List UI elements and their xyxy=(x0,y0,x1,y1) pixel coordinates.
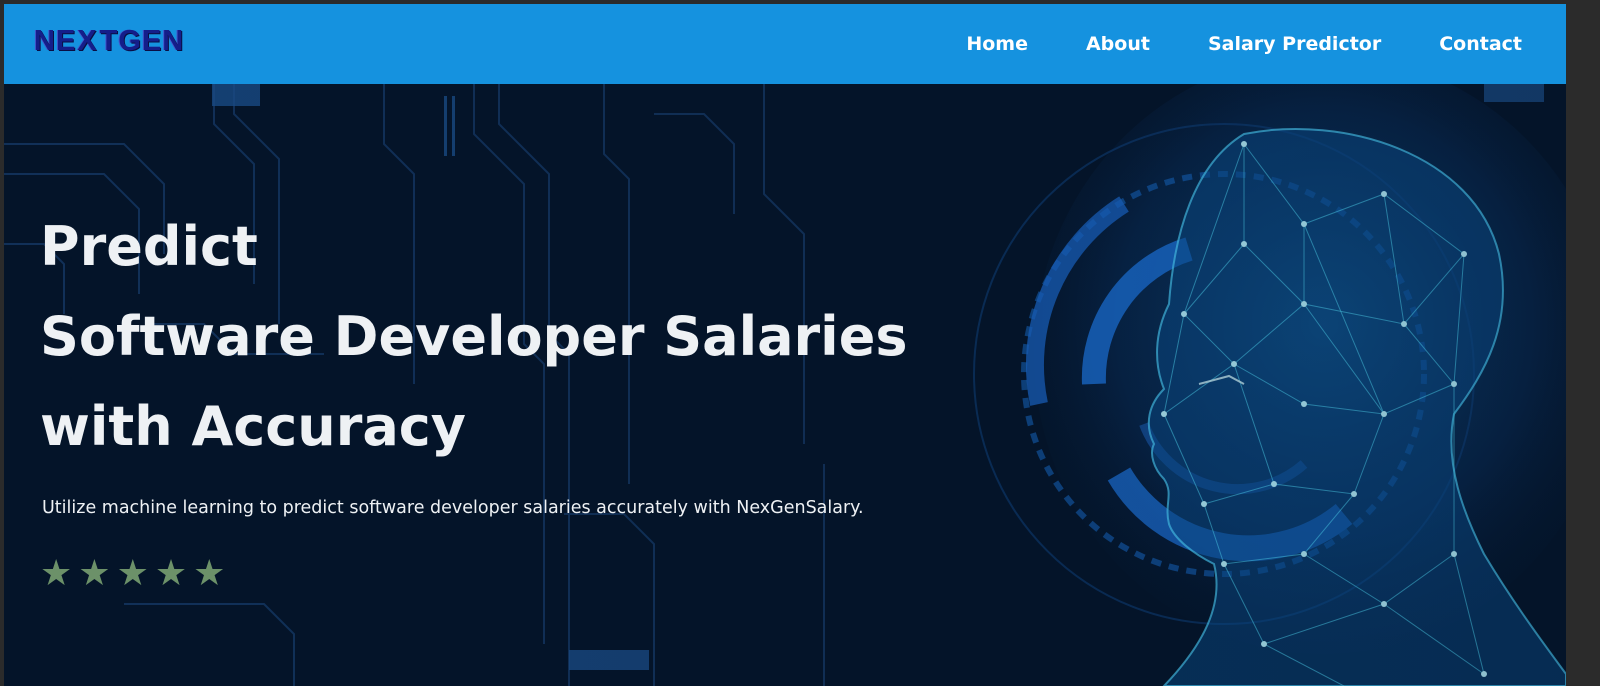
nav-link-salary-predictor[interactable]: Salary Predictor xyxy=(1208,33,1381,55)
nav-link-about[interactable]: About xyxy=(1086,33,1150,55)
hero-content: Predict Software Developer Salaries with… xyxy=(40,202,1000,592)
nav-link-home[interactable]: Home xyxy=(966,33,1028,55)
star-icon: ★ xyxy=(154,553,188,594)
hero-title-line: Software Developer Salaries xyxy=(40,305,908,368)
star-icon: ★ xyxy=(78,553,111,594)
hero-title-line: with Accuracy xyxy=(40,395,466,458)
logo-x-mark: X xyxy=(77,25,98,57)
hero-title-line: Predict xyxy=(40,215,258,278)
navbar: NE X TGEN Home About Salary Predictor Cont… xyxy=(4,4,1566,84)
logo[interactable]: NE X TGEN xyxy=(34,26,184,56)
logo-text-part: NE xyxy=(34,25,77,57)
hero-section: Predict Software Developer Salaries with… xyxy=(4,84,1566,686)
browser-viewport: NE X TGEN Home About Salary Predictor Cont… xyxy=(4,4,1566,686)
hero-title: Predict Software Developer Salaries with… xyxy=(40,202,1000,472)
hero-subtitle: Utilize machine learning to predict soft… xyxy=(42,498,864,518)
nav-link-contact[interactable]: Contact xyxy=(1439,33,1522,55)
star-icon: ★ xyxy=(40,553,73,594)
logo-text-part: TGEN xyxy=(99,25,185,57)
star-icon: ★ xyxy=(116,553,149,594)
star-rating: ★ ★ ★ ★ ★ xyxy=(40,556,1000,592)
star-icon: ★ xyxy=(193,553,226,594)
nav-links: Home About Salary Predictor Contact xyxy=(908,4,1522,84)
